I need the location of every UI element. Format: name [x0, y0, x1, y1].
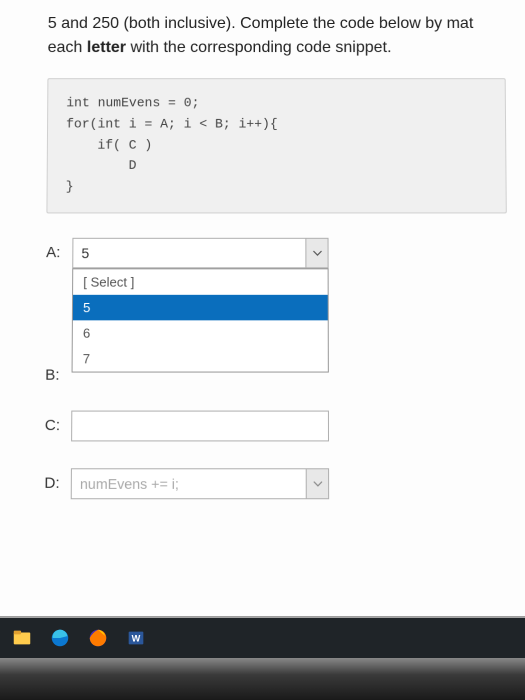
- code-line-3: if( C ): [66, 135, 487, 156]
- question-line1: 5 and 250 (both inclusive). Complete the…: [48, 15, 474, 32]
- answer-row-a: A: 5 [ Select ] 5 6 7: [46, 238, 329, 269]
- dropdown-panel-b[interactable]: [ Select ] 5 6 7: [72, 268, 329, 372]
- dropdown-option-6[interactable]: 6: [73, 320, 328, 346]
- dropdown-option-7[interactable]: 7: [73, 346, 328, 372]
- laptop-base: [0, 658, 525, 700]
- taskbar-edge-icon[interactable]: [42, 620, 78, 656]
- answer-row-d: D: numEvens += i;: [44, 468, 329, 499]
- select-a-value: 5: [81, 245, 89, 261]
- select-c[interactable]: [71, 411, 329, 442]
- answer-label-c: C:: [45, 411, 72, 435]
- answer-row-c: C:: [45, 411, 329, 442]
- taskbar[interactable]: W: [0, 618, 525, 658]
- code-line-5: }: [66, 177, 488, 198]
- code-line-1: int numEvens = 0;: [66, 93, 487, 114]
- taskbar-word-icon[interactable]: W: [118, 620, 154, 656]
- answer-label-a: A:: [46, 238, 72, 261]
- answer-label-d: D:: [44, 468, 71, 492]
- select-a[interactable]: 5: [72, 238, 328, 269]
- code-line-4: D: [66, 156, 488, 177]
- question-line2-prefix: each: [48, 39, 87, 56]
- select-d-value: numEvens += i;: [80, 475, 179, 492]
- code-snippet-box: int numEvens = 0; for(int i = A; i < B; …: [46, 78, 506, 213]
- select-d[interactable]: numEvens += i;: [71, 468, 329, 499]
- dropdown-option-5[interactable]: 5: [73, 295, 328, 321]
- chevron-down-icon[interactable]: [305, 239, 327, 267]
- answers-section: A: 5 [ Select ] 5 6 7 B:: [44, 238, 329, 499]
- question-line2-bold: letter: [87, 39, 126, 56]
- question-text: 5 and 250 (both inclusive). Complete the…: [48, 12, 506, 60]
- dropdown-placeholder[interactable]: [ Select ]: [73, 269, 328, 294]
- svg-text:W: W: [132, 634, 141, 644]
- code-line-2: for(int i = A; i < B; i++){: [66, 114, 487, 135]
- taskbar-firefox-icon[interactable]: [80, 620, 116, 656]
- chevron-down-icon[interactable]: [306, 469, 328, 498]
- question-line2-suffix: with the corresponding code snippet.: [126, 39, 392, 56]
- answer-label-b: B:: [45, 360, 72, 384]
- taskbar-files-icon[interactable]: [4, 620, 40, 656]
